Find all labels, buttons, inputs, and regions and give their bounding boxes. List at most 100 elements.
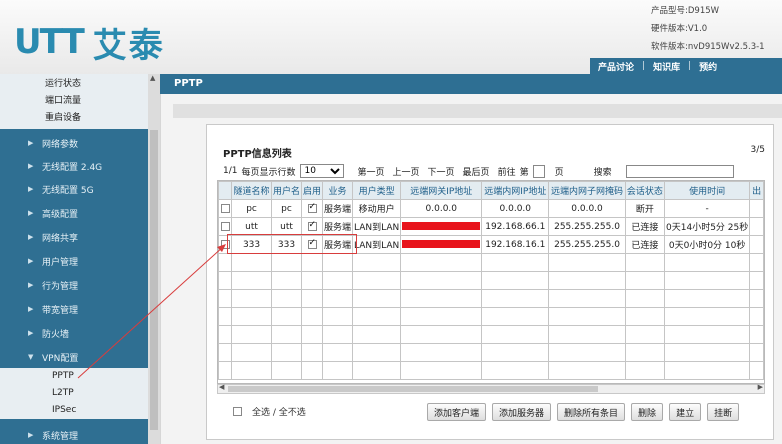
- col-username[interactable]: 用户名: [270, 181, 303, 200]
- sidebar-item-reboot[interactable]: 重启设备: [45, 110, 81, 123]
- col-remote-mask[interactable]: 远端内网子网掩码: [548, 181, 626, 200]
- sidebar-item-run-status[interactable]: 运行状态: [45, 76, 81, 89]
- sidebar-item-port-traffic[interactable]: 端口流量: [45, 93, 81, 106]
- app-header: UTT 艾泰 产品型号:D915W 硬件版本:V1.0 软件版本:nvD915W…: [0, 0, 782, 74]
- delete-button[interactable]: 删除: [631, 403, 664, 421]
- page-ye-label: 页: [554, 167, 564, 178]
- triangle-right-icon: ▶: [28, 257, 34, 265]
- triangle-right-icon: ▶: [28, 281, 34, 289]
- top-nav: 产品讨论 | 知识库 | 预约: [590, 58, 782, 74]
- cell-tunnel-name[interactable]: pc: [231, 199, 272, 218]
- triangle-down-icon: ▼: [28, 353, 34, 361]
- pptp-panel: PPTP信息列表 3/5 1/1 每页显示行数 10 第一页 上一页 下一页 最…: [206, 124, 774, 440]
- scroll-up-icon[interactable]: ▲: [150, 74, 155, 82]
- sidebar-item-vpn[interactable]: ▼ VPN配置: [0, 346, 148, 368]
- cell-user-type: 移动用户: [352, 199, 402, 218]
- sidebar-item-advanced[interactable]: ▶ 高级配置: [0, 202, 148, 224]
- nav-product-discussion[interactable]: 产品讨论: [590, 60, 642, 73]
- cell-status: 已连接: [624, 217, 666, 236]
- prev-page-link[interactable]: 上一页: [393, 165, 420, 178]
- sidebar-scroll-thumb[interactable]: [150, 130, 158, 430]
- scroll-left-icon[interactable]: ◀: [219, 383, 224, 391]
- sidebar-scrollbar[interactable]: ▲: [148, 74, 160, 444]
- empty-row: [218, 361, 764, 380]
- sidebar-status-group: 运行状态 端口流量 重启设备: [0, 74, 148, 129]
- rows-per-page-select[interactable]: 10: [299, 164, 344, 178]
- sidebar-item-firewall[interactable]: ▶ 防火墙: [0, 322, 148, 344]
- triangle-right-icon: ▶: [28, 209, 34, 217]
- col-use-time[interactable]: 使用时间: [664, 181, 751, 200]
- col-user-type[interactable]: 用户类型: [352, 181, 402, 200]
- add-client-button[interactable]: 添加客户端: [427, 403, 487, 421]
- cell-username: utt: [270, 217, 303, 236]
- col-tunnel-name[interactable]: 隧道名称: [231, 181, 272, 200]
- logo-cn: 艾泰: [92, 25, 165, 66]
- sidebar-item-network[interactable]: ▶ 网络参数: [0, 132, 148, 154]
- triangle-right-icon: ▶: [28, 431, 34, 439]
- cell-user-type: LAN到LAN: [352, 235, 402, 254]
- cell-remote-gw: [400, 217, 483, 236]
- select-all-checkbox[interactable]: [233, 407, 242, 416]
- entry-count: 3/5: [750, 145, 765, 155]
- add-server-button[interactable]: 添加服务器: [492, 403, 552, 421]
- select-all-label[interactable]: 全选 / 全不选: [252, 405, 306, 418]
- redaction-mark: [402, 222, 481, 230]
- table-row[interactable]: utt utt 服务端 LAN到LAN 192.168.66.1 255.255…: [218, 217, 764, 236]
- cell-remote-mask: 255.255.255.0: [548, 235, 626, 254]
- last-page-link[interactable]: 最后页: [463, 165, 490, 178]
- col-enabled[interactable]: 启用: [300, 181, 324, 200]
- col-remote-lan-ip[interactable]: 远端内网IP地址: [481, 181, 550, 200]
- hangup-button[interactable]: 挂断: [707, 403, 740, 421]
- goto-link[interactable]: 前往: [498, 165, 516, 178]
- nav-booking[interactable]: 预约: [691, 60, 725, 73]
- sidebar-item-bandwidth[interactable]: ▶ 带宽管理: [0, 298, 148, 320]
- col-remote-gw[interactable]: 远端网关IP地址: [400, 181, 483, 200]
- col-out[interactable]: 出: [749, 181, 764, 200]
- triangle-right-icon: ▶: [28, 305, 34, 313]
- establish-button[interactable]: 建立: [669, 403, 702, 421]
- sidebar-item-sharing[interactable]: ▶ 网络共享: [0, 226, 148, 248]
- table-header: 隧道名称 用户名 启用 业务 用户类型 远端网关IP地址 远端内网IP地址 远端…: [218, 181, 764, 200]
- hardware-version: 硬件版本:V1.0: [651, 24, 708, 34]
- sidebar-item-behavior[interactable]: ▶ 行为管理: [0, 274, 148, 296]
- page-indicator: 1/1: [223, 166, 238, 176]
- cell-use-time: -: [664, 199, 751, 218]
- triangle-right-icon: ▶: [28, 233, 34, 241]
- select-all-group: 全选 / 全不选: [233, 405, 306, 418]
- col-session-status[interactable]: 会话状态: [624, 181, 666, 200]
- tab-pptp[interactable]: PPTP: [168, 74, 238, 94]
- page-number-input[interactable]: [532, 164, 545, 178]
- cell-status: 断开: [624, 199, 666, 218]
- search-label: 搜索: [593, 167, 612, 178]
- cell-remote-mask: 0.0.0.0: [548, 199, 626, 218]
- row-checkbox[interactable]: [220, 221, 230, 231]
- nav-knowledge-base[interactable]: 知识库: [645, 60, 688, 73]
- enabled-checkbox[interactable]: [307, 220, 317, 231]
- sidebar-subitem-ipsec[interactable]: IPSec: [0, 402, 148, 419]
- sidebar-item-wireless-5[interactable]: ▶ 无线配置 5G: [0, 178, 148, 200]
- redaction-mark: [402, 240, 481, 248]
- tab-bar: PPTP: [160, 74, 782, 94]
- content-topstrip: [173, 104, 782, 118]
- sidebar-item-system[interactable]: ▶ 系统管理: [0, 424, 148, 444]
- col-service[interactable]: 业务: [322, 181, 354, 200]
- triangle-right-icon: ▶: [28, 329, 34, 337]
- cell-user-type: LAN到LAN: [352, 217, 402, 236]
- search-input[interactable]: [625, 164, 734, 178]
- row-checkbox[interactable]: [220, 203, 230, 213]
- table-hscrollbar[interactable]: ◀ ▶: [217, 383, 765, 394]
- delete-all-button[interactable]: 删除所有条目: [557, 403, 626, 421]
- next-page-link[interactable]: 下一页: [428, 165, 455, 178]
- cell-remote-gw: 0.0.0.0: [400, 199, 483, 218]
- hscroll-thumb[interactable]: [228, 386, 598, 392]
- sidebar-subitem-pptp[interactable]: PPTP: [0, 368, 148, 385]
- table-row[interactable]: pc pc 服务端 移动用户 0.0.0.0 0.0.0.0 0.0.0.0 断…: [218, 199, 764, 218]
- sidebar-item-wireless-24[interactable]: ▶ 无线配置 2.4G: [0, 155, 148, 177]
- scroll-right-icon[interactable]: ▶: [758, 383, 763, 391]
- sidebar-subitem-l2tp[interactable]: L2TP: [0, 385, 148, 402]
- first-page-link[interactable]: 第一页: [358, 165, 385, 178]
- enabled-checkbox[interactable]: [307, 202, 317, 213]
- sidebar-item-users[interactable]: ▶ 用户管理: [0, 250, 148, 272]
- empty-row: [218, 271, 764, 290]
- cell-tunnel-name[interactable]: utt: [231, 217, 272, 236]
